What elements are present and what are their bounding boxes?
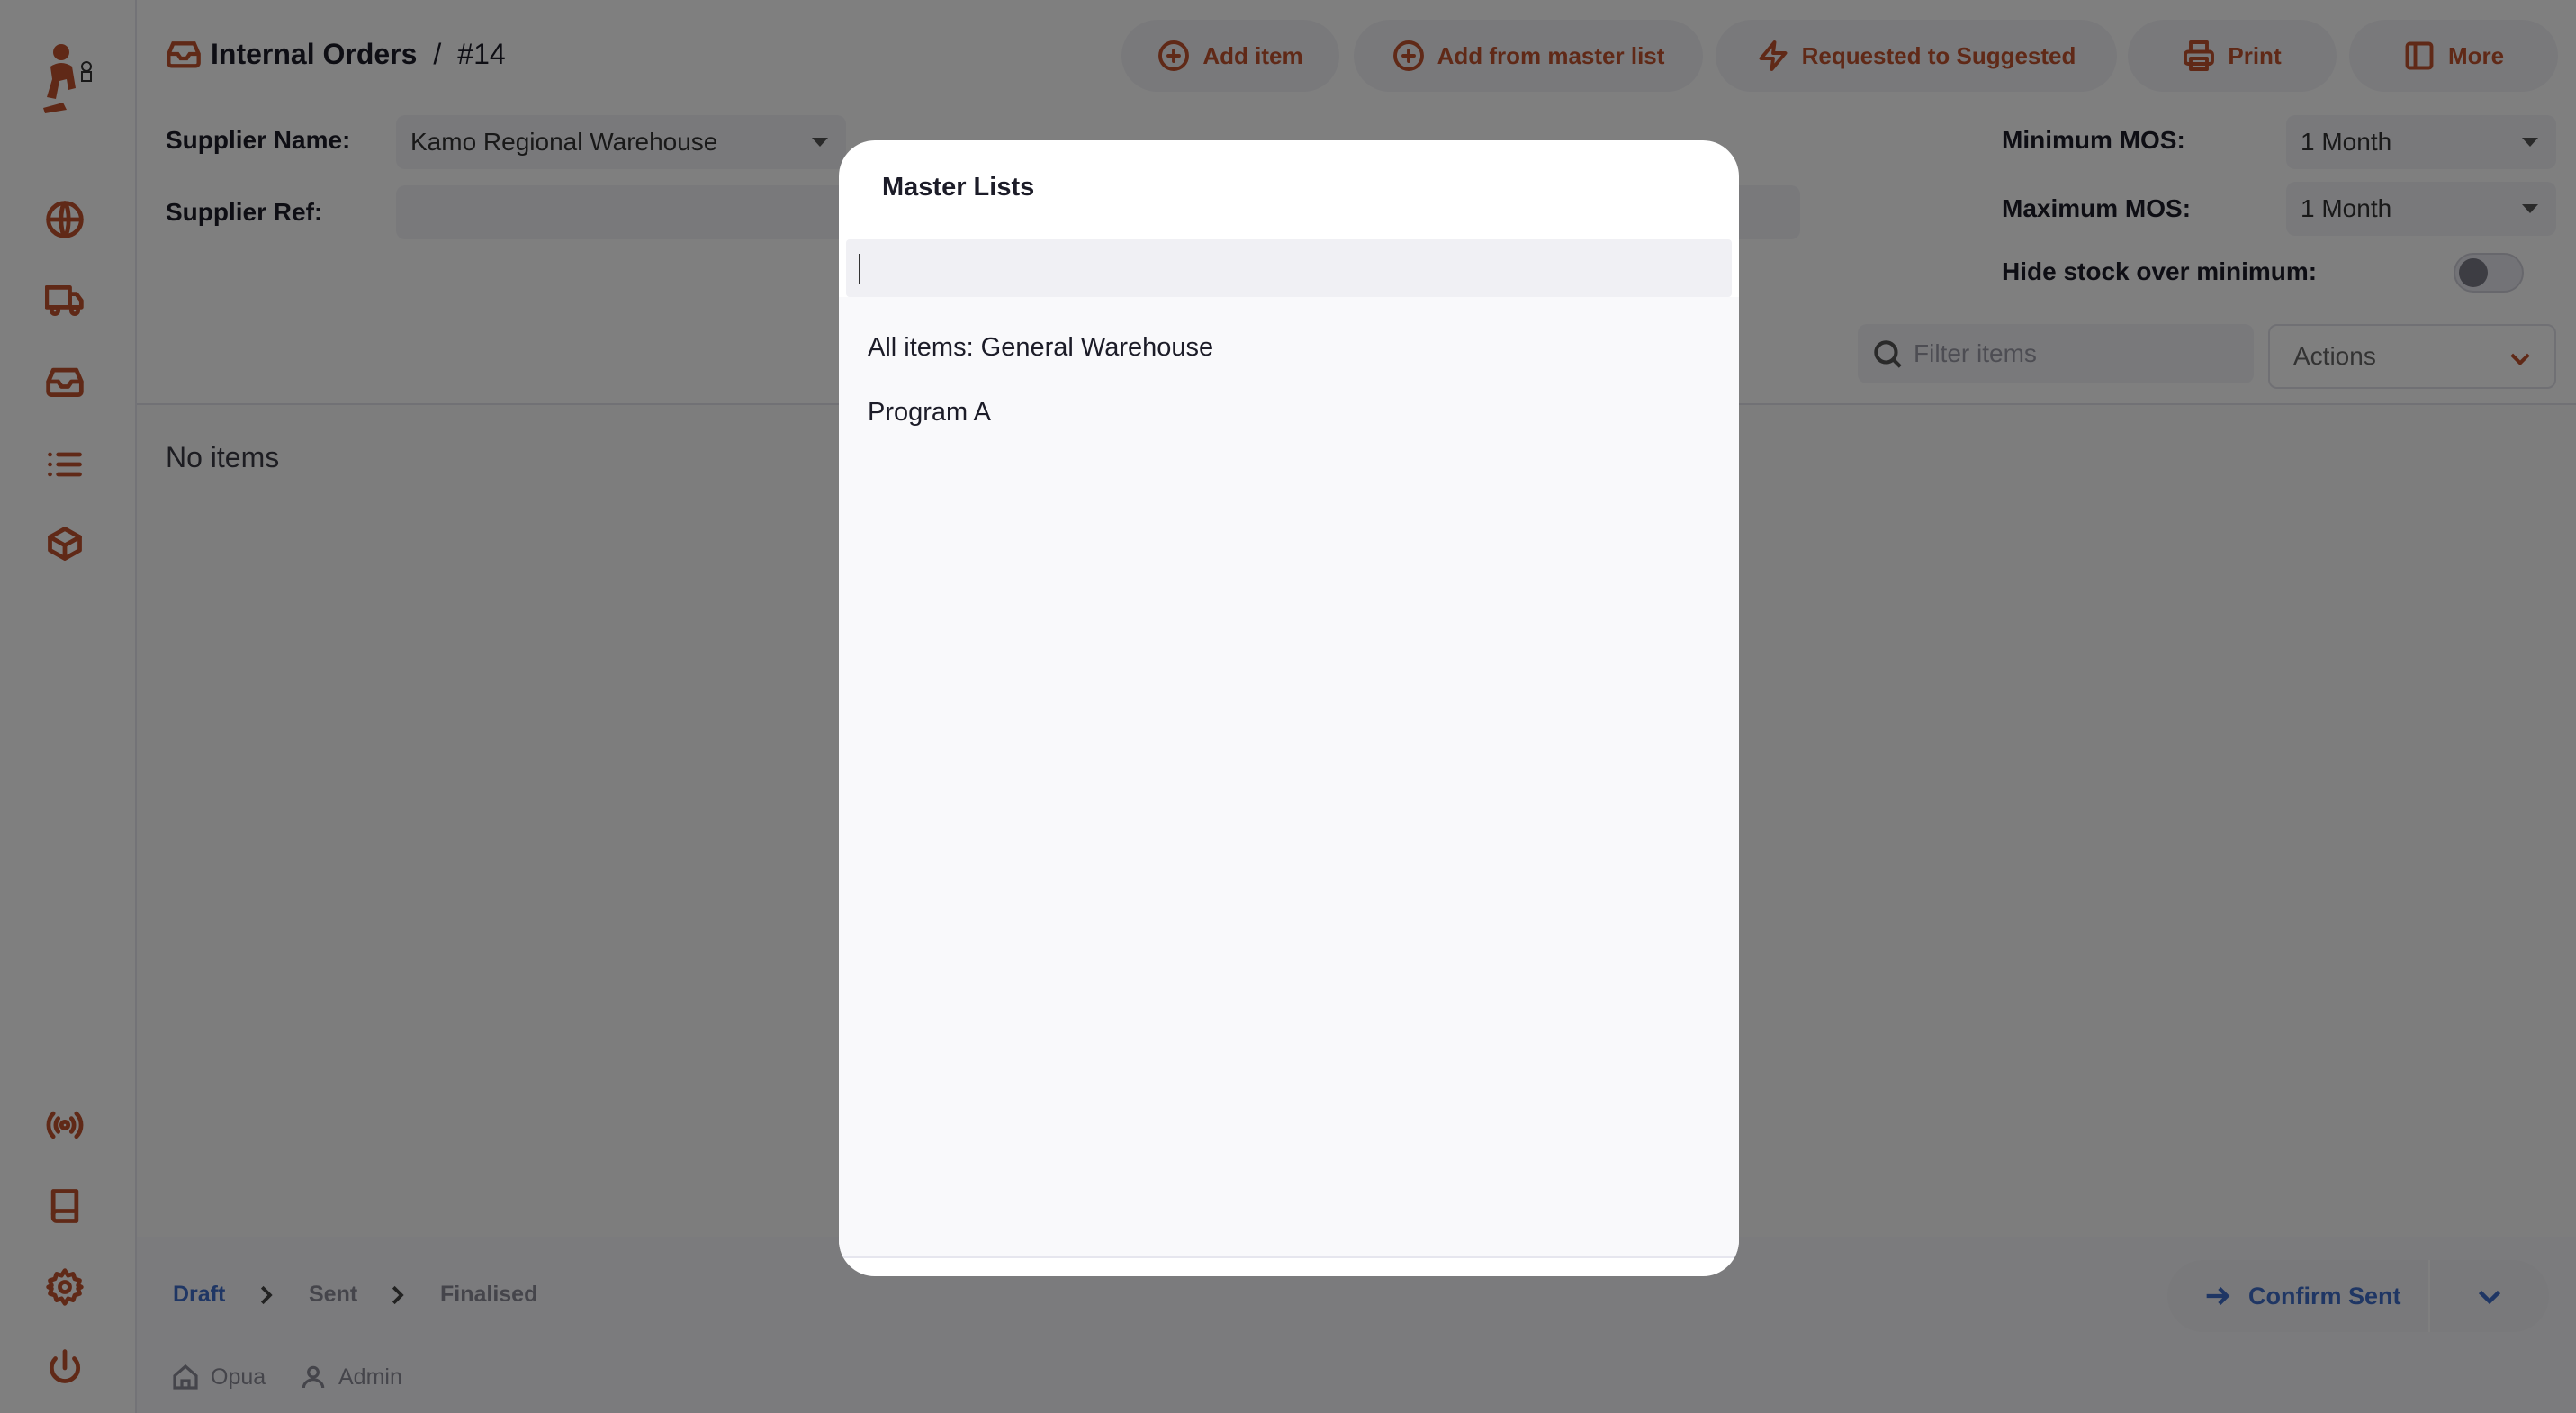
modal-title: Master Lists [882,173,1035,202]
list-item[interactable]: Program A [868,398,991,428]
list-item[interactable]: All items: General Warehouse [868,333,1213,363]
master-list-options: All items: General Warehouse Program A [839,297,1739,1258]
master-lists-modal: Master Lists All items: General Warehous… [839,140,1739,1276]
master-list-search-input[interactable] [846,239,1732,297]
text-cursor [859,254,860,284]
